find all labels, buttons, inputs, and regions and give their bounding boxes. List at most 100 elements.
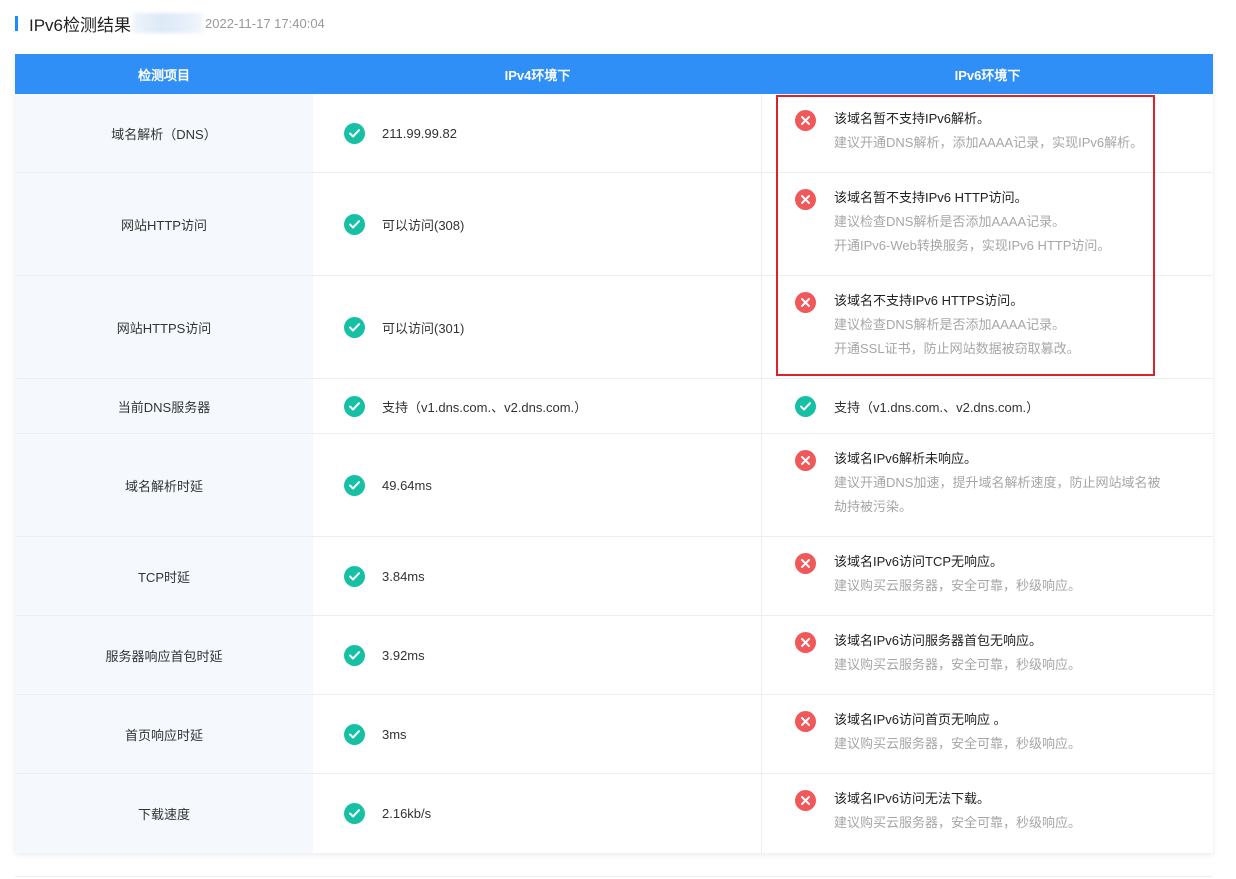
ipv4-result-cell: 支持（v1.dns.com.、v2.dns.com.）	[313, 379, 762, 433]
close-circle-icon	[795, 292, 816, 313]
check-item-label: 首页响应时延	[15, 695, 313, 773]
close-circle-icon	[795, 711, 816, 732]
table-row: 当前DNS服务器 支持（v1.dns.com.、v2.dns.com.） 支持（v1…	[15, 379, 1213, 434]
redacted-domain	[133, 13, 204, 33]
ipv4-result-text: 3.92ms	[382, 647, 425, 663]
close-circle-icon	[795, 110, 816, 131]
ipv6-error-text: 该域名不支持IPv6 HTTPS访问。	[834, 293, 1024, 308]
ipv6-suggestion-text: 开通IPv6-Web转换服务，实现IPv6 HTTP访问。	[834, 238, 1111, 253]
ipv4-result-text: 支持（v1.dns.com.、v2.dns.com.）	[382, 399, 588, 415]
ipv6-message: 该域名IPv6解析未响应。 建议开通DNS加速，提升域名解析速度，防止网站域名被劫…	[834, 447, 1160, 519]
ipv6-suggestion-text: 建议购买云服务器，安全可靠，秒级响应。	[834, 815, 1082, 830]
table-row: 首页响应时延 3ms 该域名IPv6访问首页无响应 。建议购买云服务器，安全可靠，秒…	[15, 695, 1213, 774]
close-circle-icon	[795, 790, 816, 811]
table-row: 域名解析（DNS） 211.99.99.82 该域名暂不支持IPv6解析。建议开通D…	[15, 94, 1213, 173]
ipv4-result-cell: 可以访问(308)	[313, 173, 762, 275]
check-circle-icon	[344, 122, 365, 144]
ipv6-suggestion-text: 建议开通DNS解析，添加AAAA记录，实现IPv6解析。	[834, 135, 1144, 150]
ipv6-result-text: 支持（v1.dns.com.、v2.dns.com.）	[834, 399, 1040, 415]
ipv6-error-text: 该域名IPv6访问TCP无响应。	[834, 554, 1004, 569]
ipv4-result-text: 可以访问(301)	[382, 320, 465, 336]
table-row: 域名解析时延 49.64ms 该域名IPv6解析未响应。建议开通DNS加速，提升域名…	[15, 434, 1213, 537]
ipv4-result-cell: 可以访问(301)	[313, 276, 762, 378]
ipv6-suggestion-text: 建议检查DNS解析是否添加AAAA记录。	[834, 214, 1066, 229]
ipv6-suggestion-text: 建议检查DNS解析是否添加AAAA记录。	[834, 317, 1066, 332]
ipv6-result-cell: 该域名暂不支持IPv6解析。建议开通DNS解析，添加AAAA记录，实现IPv6解…	[762, 94, 1213, 172]
ipv6-message: 该域名IPv6访问无法下载。建议购买云服务器，安全可靠，秒级响应。	[834, 787, 1081, 835]
check-circle-icon	[344, 723, 365, 745]
ipv6-message: 该域名暂不支持IPv6解析。建议开通DNS解析，添加AAAA记录，实现IPv6解…	[834, 107, 1143, 155]
title-accent-bar	[15, 15, 18, 31]
ipv6-suggestion-text: 建议购买云服务器，安全可靠，秒级响应。	[834, 578, 1082, 593]
ipv6-suggestion-text: 建议购买云服务器，安全可靠，秒级响应。	[834, 657, 1082, 672]
table-row: TCP时延 3.84ms 该域名IPv6访问TCP无响应。建议购买云服务器，安全可靠…	[15, 537, 1213, 616]
ipv4-result-cell: 2.16kb/s	[313, 774, 762, 853]
ipv6-result-cell: 该域名IPv6访问服务器首包无响应。建议购买云服务器，安全可靠，秒级响应。	[762, 616, 1213, 694]
check-circle-icon	[344, 316, 365, 338]
ipv6-error-text: 该域名IPv6访问服务器首包无响应。	[834, 633, 1043, 648]
ipv4-result-text: 2.16kb/s	[382, 806, 432, 821]
table-row: 网站HTTPS访问 可以访问(301) 该域名不支持IPv6 HTTPS访问。建议检…	[15, 276, 1213, 379]
check-item-label: 下载速度	[15, 774, 313, 853]
ipv6-result-cell: 支持（v1.dns.com.、v2.dns.com.）	[762, 379, 1213, 433]
ipv6-result-cell: 该域名不支持IPv6 HTTPS访问。建议检查DNS解析是否添加AAAA记录。开…	[762, 276, 1213, 378]
close-circle-icon	[795, 450, 816, 471]
ipv6-result-cell: 该域名IPv6解析未响应。 建议开通DNS加速，提升域名解析速度，防止网站域名被劫…	[762, 434, 1213, 536]
ipv6-result-cell: 该域名IPv6访问无法下载。建议购买云服务器，安全可靠，秒级响应。	[762, 774, 1213, 853]
check-circle-icon	[344, 474, 365, 496]
page-header: IPv6检测结果 2022-11-17 17:40:04	[15, 10, 325, 36]
check-circle-icon	[344, 565, 365, 587]
results-table: 检测项目 IPv4环境下 IPv6环境下 域名解析（DNS） 211.99.99.…	[15, 54, 1213, 853]
table-row: 下载速度 2.16kb/s 该域名IPv6访问无法下载。建议购买云服务器，安全可靠，…	[15, 774, 1213, 853]
check-circle-icon	[344, 213, 365, 235]
ipv6-message: 该域名IPv6访问服务器首包无响应。建议购买云服务器，安全可靠，秒级响应。	[834, 629, 1081, 677]
check-circle-icon	[344, 803, 365, 824]
ipv6-suggestion-text: 开通SSL证书，防止网站数据被窃取篡改。	[834, 341, 1080, 356]
check-item-label: 当前DNS服务器	[15, 379, 313, 433]
table-row: 网站HTTP访问 可以访问(308) 该域名暂不支持IPv6 HTTP访问。 建议检查…	[15, 173, 1213, 276]
check-item-label: 域名解析时延	[15, 434, 313, 536]
check-item-label: TCP时延	[15, 537, 313, 615]
ipv4-result-text: 211.99.99.82	[382, 125, 457, 141]
ipv6-suggestion-text: 建议开通DNS加速，提升域名解析速度，防止网站域名被	[834, 475, 1161, 490]
table-body: 域名解析（DNS） 211.99.99.82 该域名暂不支持IPv6解析。建议开通D…	[15, 94, 1213, 853]
ipv4-result-cell: 3.84ms	[313, 537, 762, 615]
check-item-label: 网站HTTPS访问	[15, 276, 313, 378]
close-circle-icon	[795, 632, 816, 653]
ipv6-message: 该域名IPv6访问TCP无响应。建议购买云服务器，安全可靠，秒级响应。	[834, 550, 1081, 598]
check-item-label: 域名解析（DNS）	[15, 94, 313, 172]
ipv4-result-cell: 49.64ms	[313, 434, 762, 536]
column-header-ipv4: IPv4环境下	[504, 67, 571, 83]
ipv4-result-cell: 3ms	[313, 695, 762, 773]
ipv6-result-cell: 该域名暂不支持IPv6 HTTP访问。 建议检查DNS解析是否添加AAAA记录。开…	[762, 173, 1213, 275]
ipv6-error-text: 该域名IPv6解析未响应。	[834, 451, 978, 466]
check-item-label: 网站HTTP访问	[15, 173, 313, 275]
page-title: IPv6检测结果	[29, 15, 132, 35]
divider	[15, 876, 1213, 877]
ipv6-error-text: 该域名暂不支持IPv6解析。	[834, 111, 991, 126]
ipv4-result-text: 3.84ms	[382, 568, 425, 584]
ipv4-result-text: 3ms	[382, 726, 407, 742]
check-item-label: 服务器响应首包时延	[15, 616, 313, 694]
ipv4-result-text: 49.64ms	[382, 477, 432, 493]
ipv4-result-text: 可以访问(308)	[382, 217, 465, 233]
ipv6-error-text: 该域名IPv6访问首页无响应 。	[834, 712, 1007, 727]
check-circle-icon	[795, 395, 816, 417]
ipv6-result-cell: 该域名IPv6访问TCP无响应。建议购买云服务器，安全可靠，秒级响应。	[762, 537, 1213, 615]
ipv4-result-cell: 211.99.99.82	[313, 94, 762, 172]
column-header-item: 检测项目	[137, 67, 190, 83]
ipv6-result-cell: 该域名IPv6访问首页无响应 。建议购买云服务器，安全可靠，秒级响应。	[762, 695, 1213, 773]
close-circle-icon	[795, 553, 816, 574]
check-circle-icon	[344, 644, 365, 666]
check-timestamp: 2022-11-17 17:40:04	[205, 15, 325, 31]
ipv6-message: 该域名暂不支持IPv6 HTTP访问。 建议检查DNS解析是否添加AAAA记录。开…	[834, 186, 1110, 258]
ipv6-suggestion-text: 建议购买云服务器，安全可靠，秒级响应。	[834, 736, 1082, 751]
table-row: 服务器响应首包时延 3.92ms 该域名IPv6访问服务器首包无响应。建议购买云服务…	[15, 616, 1213, 695]
close-circle-icon	[795, 189, 816, 210]
ipv4-result-cell: 3.92ms	[313, 616, 762, 694]
table-header: 检测项目 IPv4环境下 IPv6环境下	[15, 54, 1213, 94]
check-circle-icon	[344, 395, 365, 417]
ipv6-message: 该域名IPv6访问首页无响应 。建议购买云服务器，安全可靠，秒级响应。	[834, 708, 1081, 756]
column-header-ipv6: IPv6环境下	[954, 67, 1021, 83]
ipv6-error-text: 该域名IPv6访问无法下载。	[834, 791, 991, 806]
